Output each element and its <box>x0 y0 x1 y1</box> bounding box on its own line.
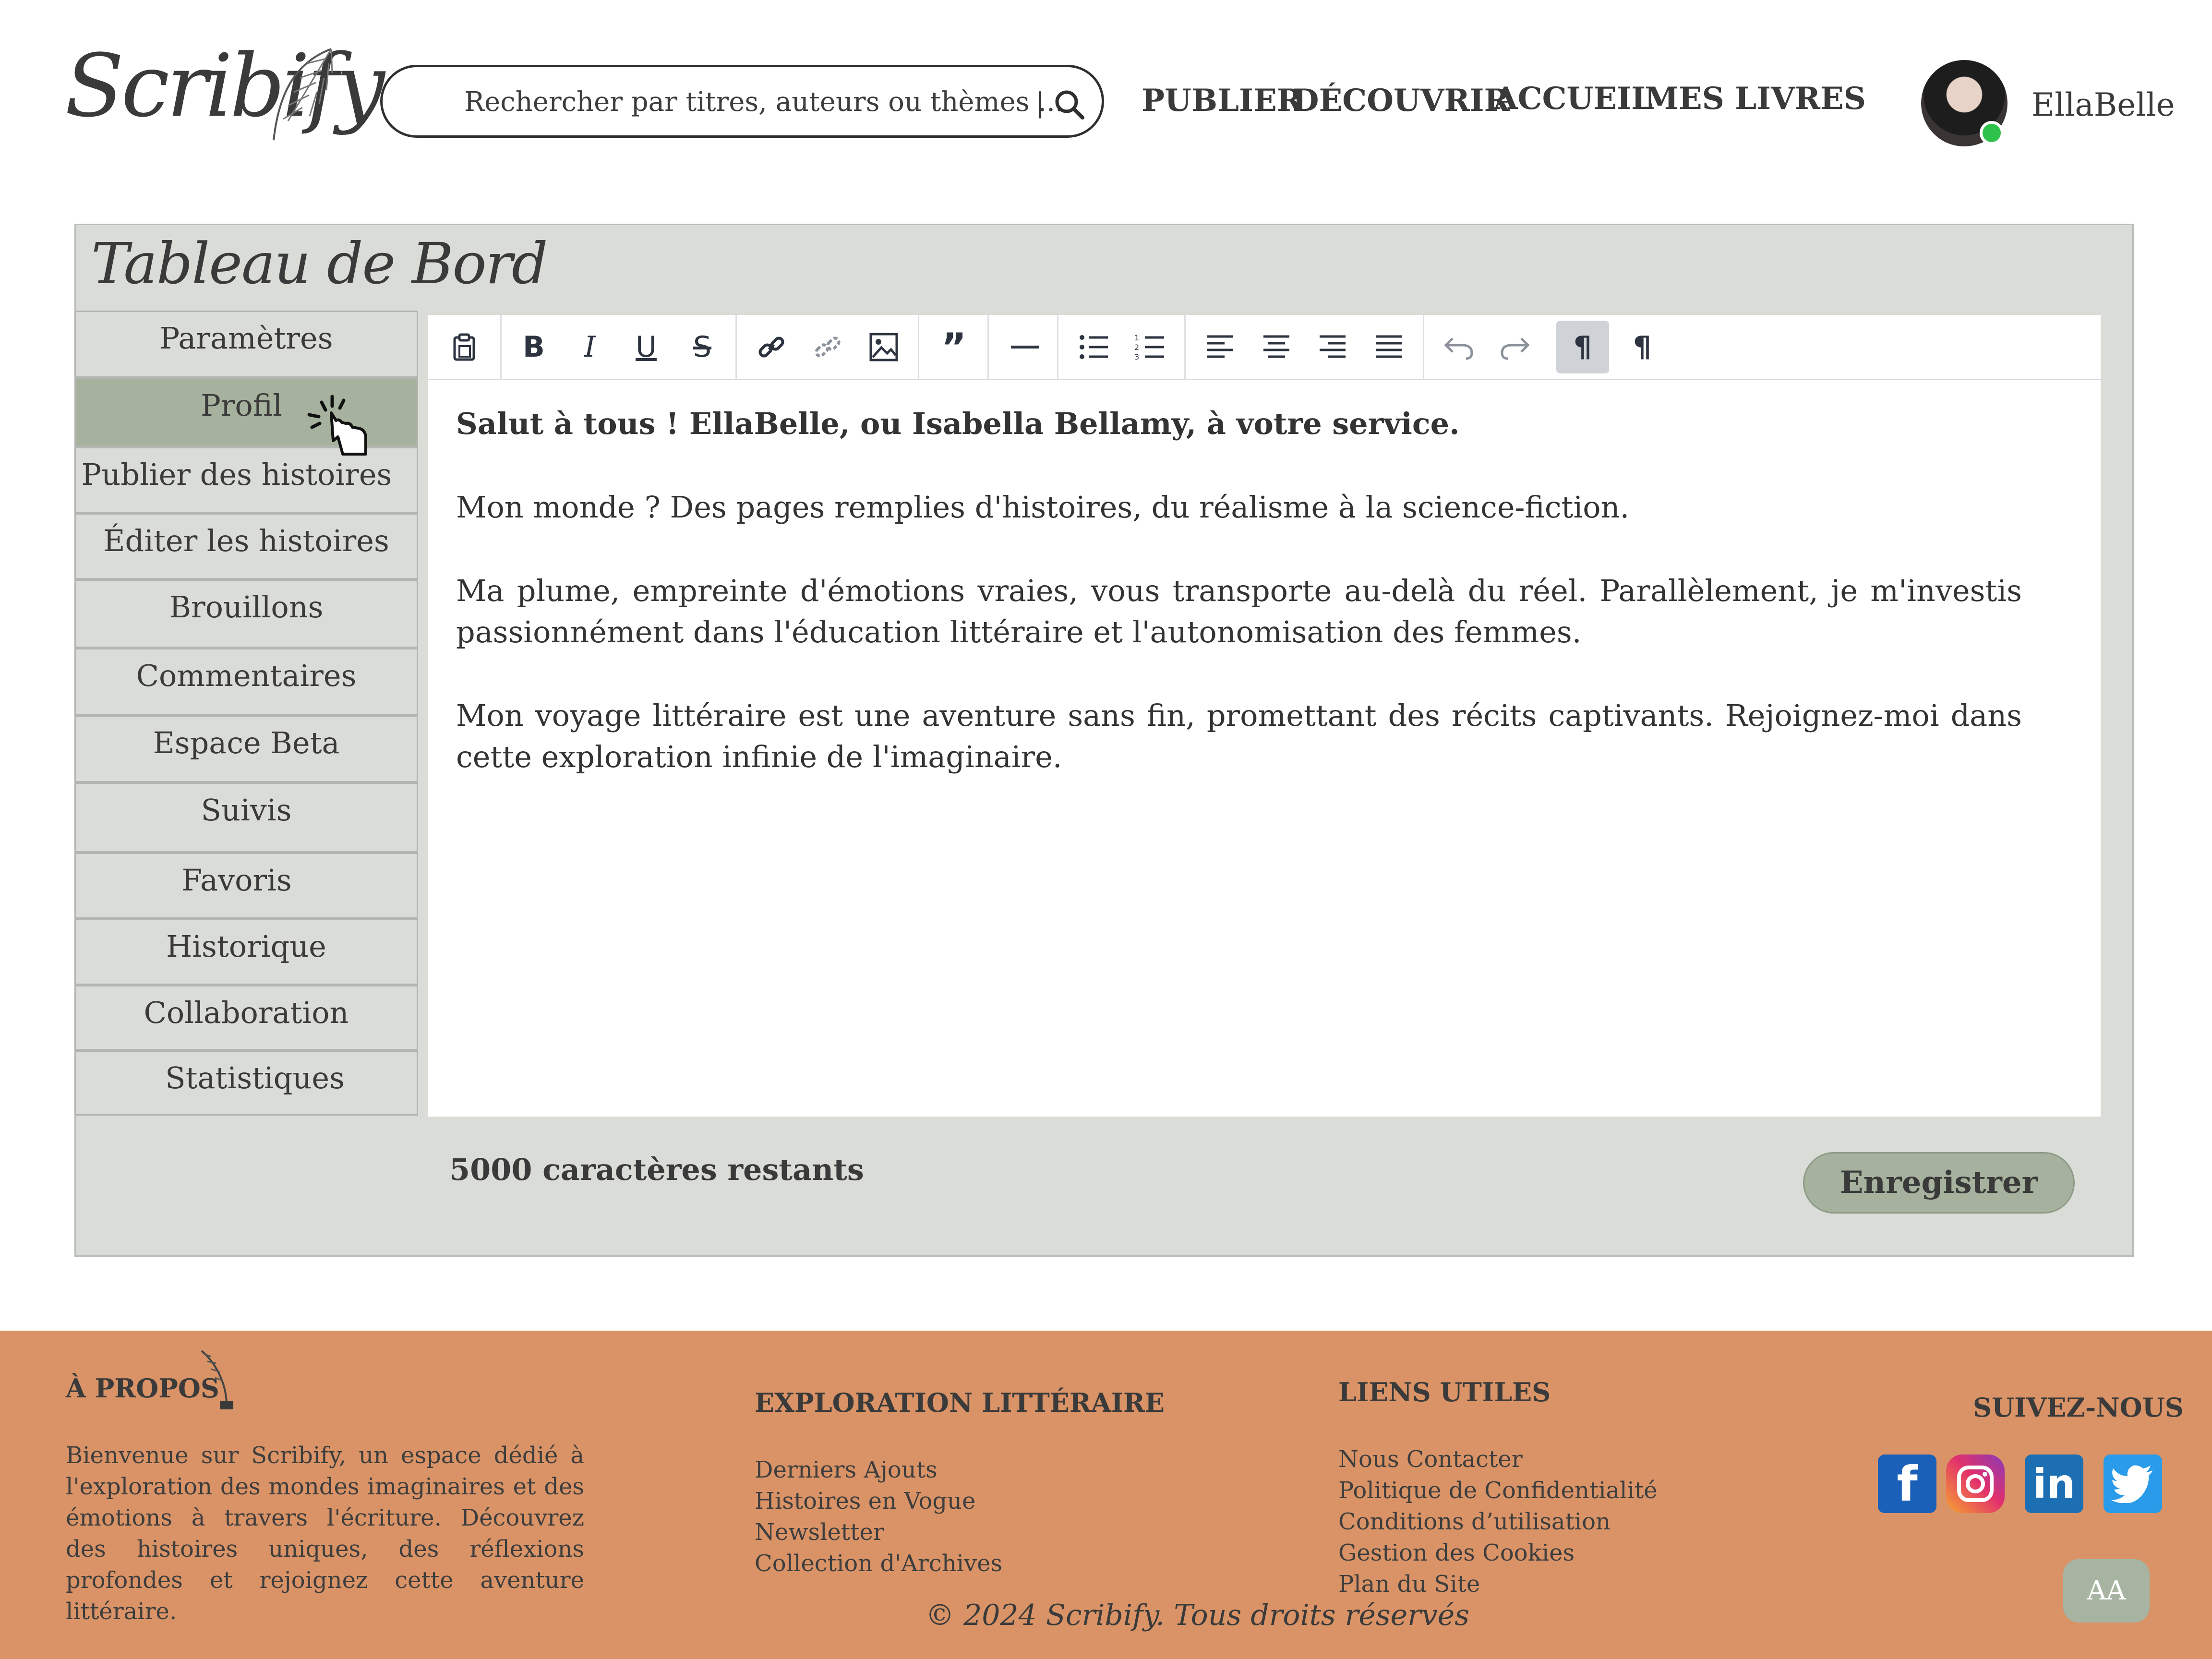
bold-icon[interactable]: B <box>507 321 560 373</box>
page-title: Tableau de Bord <box>91 230 548 297</box>
footer-about-heading: À PROPOS <box>66 1373 219 1404</box>
twitter-icon[interactable] <box>2104 1455 2162 1513</box>
profile-text-paragraph: Mon monde ? Des pages remplies d'histoir… <box>456 490 1630 525</box>
underline-icon[interactable]: U <box>620 321 673 373</box>
sidebar-item-label: Paramètres <box>159 321 333 356</box>
sidebar-item-label: Suivis <box>201 793 292 828</box>
align-left-icon[interactable] <box>1194 321 1247 373</box>
numbered-list-icon[interactable]: 123 <box>1124 321 1177 373</box>
facebook-icon[interactable]: f <box>1878 1455 1936 1513</box>
sidebar-item-statistiques[interactable]: Statistiques <box>74 1050 418 1116</box>
undo-icon[interactable] <box>1432 321 1485 373</box>
nav-accueil[interactable]: ACCUEIL <box>1494 81 1653 117</box>
footer-exploration-links: Derniers Ajouts Histoires en Vogue Newsl… <box>755 1455 1002 1579</box>
sidebar-item-label: Historique <box>166 929 326 964</box>
search-separator: | <box>1035 87 1045 119</box>
footer-link[interactable]: Plan du Site <box>1338 1569 1658 1600</box>
text-size-button[interactable]: AA <box>2063 1559 2150 1623</box>
ltr-icon[interactable]: ¶ <box>1556 321 1609 373</box>
svg-text:1: 1 <box>1134 333 1139 342</box>
sidebar-item-label: Favoris <box>181 863 292 898</box>
save-button[interactable]: Enregistrer <box>1803 1152 2075 1214</box>
unlink-icon[interactable] <box>801 321 854 373</box>
characters-remaining: 5000 caractères restants <box>449 1152 864 1187</box>
linkedin-icon[interactable]: in <box>2025 1455 2083 1513</box>
sidebar-item-suivis[interactable]: Suivis <box>74 782 418 853</box>
align-center-icon[interactable] <box>1250 321 1303 373</box>
footer-follow-heading: SUIVEZ-NOUS <box>1973 1392 2184 1423</box>
svg-text:2: 2 <box>1134 343 1139 352</box>
link-icon[interactable] <box>745 321 798 373</box>
footer-link[interactable]: Newsletter <box>755 1517 1002 1548</box>
profile-text-paragraph: Mon voyage littéraire est une aventure s… <box>456 698 2022 774</box>
footer-exploration-heading: EXPLORATION LITTÉRAIRE <box>755 1387 1165 1418</box>
search-bar[interactable]: Rechercher par titres, auteurs ou thèmes… <box>380 65 1104 138</box>
quote-icon[interactable]: ” <box>927 321 980 373</box>
redo-icon[interactable] <box>1489 321 1541 373</box>
sidebar-item-parametres[interactable]: Paramètres <box>74 311 418 378</box>
align-justify-icon[interactable] <box>1362 321 1415 373</box>
sidebar-item-brouillons[interactable]: Brouillons <box>74 579 418 648</box>
copyright: © 2024 Scribify. Tous droits réservés <box>926 1599 1470 1632</box>
editor-content[interactable]: Salut à tous ! EllaBelle, ou Isabella Be… <box>456 403 2022 820</box>
editor-toolbar: B I U S ” 123 ¶ ¶ <box>428 315 2101 380</box>
strikethrough-icon[interactable]: S <box>676 321 729 373</box>
footer-link[interactable]: Derniers Ajouts <box>755 1455 1002 1486</box>
search-input[interactable]: Rechercher par titres, auteurs ou thèmes… <box>464 86 1064 118</box>
footer-useful-heading: LIENS UTILES <box>1338 1377 1551 1407</box>
profile-text-intro: Salut à tous ! EllaBelle, ou Isabella Be… <box>456 406 1460 441</box>
search-icon[interactable] <box>1054 89 1085 120</box>
bullet-list-icon[interactable] <box>1068 321 1120 373</box>
sidebar-item-commentaires[interactable]: Commentaires <box>74 648 418 715</box>
footer-link[interactable]: Histoires en Vogue <box>755 1486 1002 1517</box>
feather-icon <box>273 48 333 141</box>
sidebar-item-label: Publier des histoires <box>81 457 392 492</box>
footer-about-text: Bienvenue sur Scribify, un espace dédié … <box>66 1442 584 1625</box>
username[interactable]: EllaBelle <box>2032 86 2175 123</box>
online-status-icon <box>1980 121 2004 145</box>
footer-useful-links: Nous Contacter Politique de Confidential… <box>1338 1444 1658 1600</box>
sidebar-item-label: Commentaires <box>136 658 357 693</box>
rtl-icon[interactable]: ¶ <box>1616 321 1669 373</box>
footer-link[interactable]: Gestion des Cookies <box>1338 1538 1658 1569</box>
sidebar-item-favoris[interactable]: Favoris <box>74 853 418 919</box>
instagram-icon[interactable] <box>1946 1455 2005 1513</box>
nav-mes-livres[interactable]: MES LIVRES <box>1645 81 1866 117</box>
sidebar-item-collaboration[interactable]: Collaboration <box>74 985 418 1050</box>
footer-link[interactable]: Politique de Confidentialité <box>1338 1475 1658 1506</box>
quill-icon <box>201 1350 233 1409</box>
sidebar-item-label: Espace Beta <box>153 725 340 760</box>
sidebar-item-label: Collaboration <box>144 995 349 1030</box>
sidebar-item-label: Éditer les histoires <box>103 523 389 558</box>
sidebar-item-espace-beta[interactable]: Espace Beta <box>74 715 418 782</box>
svg-text:3: 3 <box>1134 352 1139 361</box>
nav-decouvrir[interactable]: DÉCOUVRIR <box>1292 83 1510 119</box>
nav-publier[interactable]: PUBLIER <box>1142 83 1302 119</box>
horizontal-rule-icon[interactable] <box>998 321 1051 373</box>
footer-link[interactable]: Collection d'Archives <box>755 1548 1002 1579</box>
profile-text-paragraph: Ma plume, empreinte d'émotions vraies, v… <box>456 573 2022 649</box>
sidebar-item-label: Statistiques <box>165 1060 345 1095</box>
sidebar-item-label: Brouillons <box>169 589 324 625</box>
sidebar-item-historique[interactable]: Historique <box>74 919 418 985</box>
footer-link[interactable]: Conditions d’utilisation <box>1338 1506 1658 1538</box>
paste-icon[interactable] <box>438 321 491 373</box>
image-icon[interactable] <box>857 321 910 373</box>
footer-link[interactable]: Nous Contacter <box>1338 1444 1658 1475</box>
italic-icon[interactable]: I <box>564 321 616 373</box>
pointer-cursor-icon <box>307 395 367 456</box>
sidebar-item-editer-les-histoires[interactable]: Éditer les histoires <box>74 513 418 579</box>
sidebar-item-label: Profil <box>201 388 282 423</box>
align-right-icon[interactable] <box>1306 321 1359 373</box>
